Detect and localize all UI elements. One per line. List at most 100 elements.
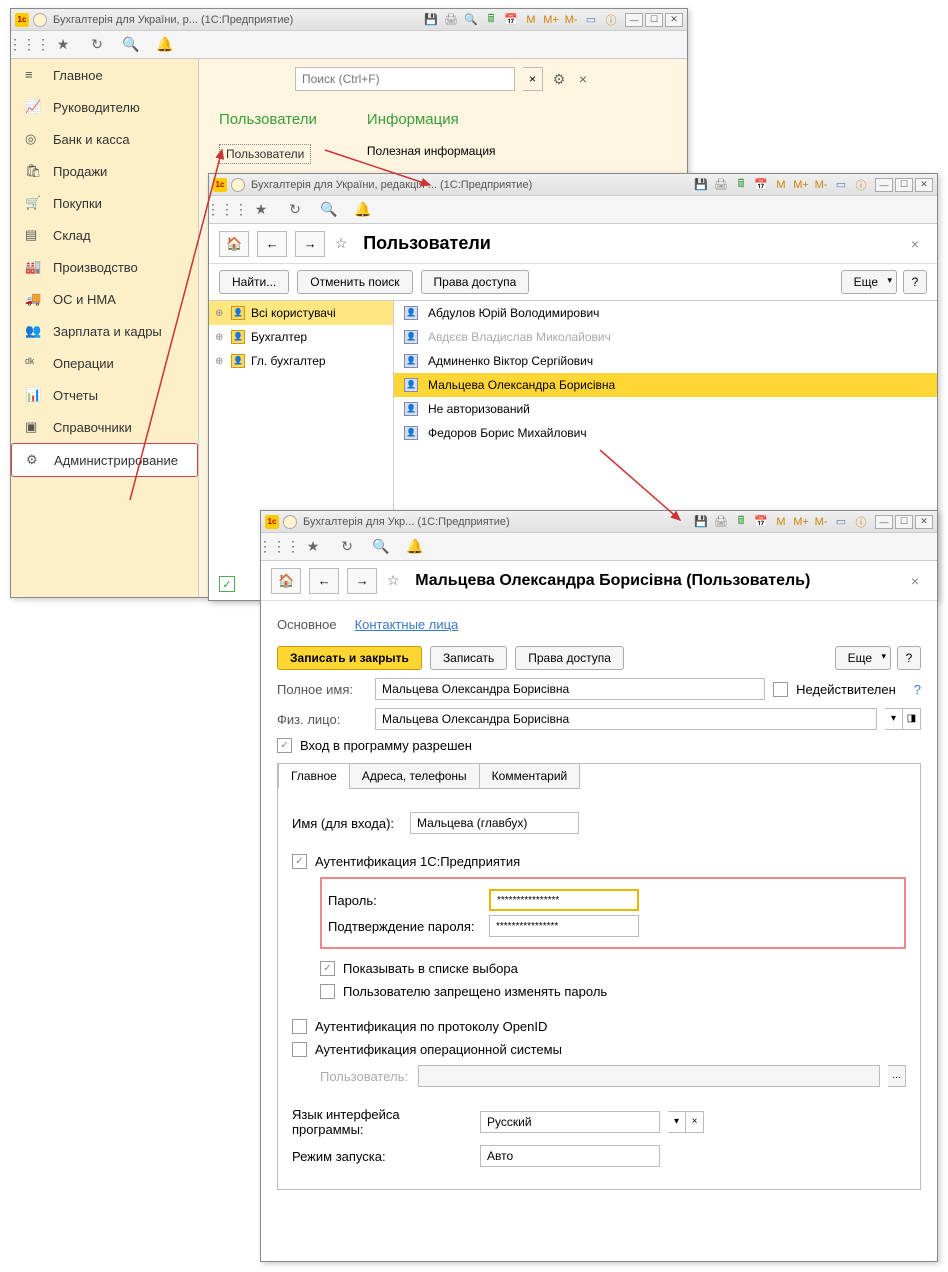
person-input[interactable] <box>375 708 877 730</box>
home-button[interactable]: 🏠 <box>271 568 301 594</box>
rights-button[interactable]: Права доступа <box>515 646 624 670</box>
close-panel-icon[interactable]: × <box>575 71 591 87</box>
more-button[interactable]: Еще <box>835 646 891 670</box>
tree-item-all[interactable]: ⊕👤Всі користувачі <box>209 301 393 325</box>
forward-button[interactable]: → <box>295 231 325 257</box>
fullname-input[interactable] <box>375 678 765 700</box>
tree-item-acct[interactable]: ⊕👤Бухгалтер <box>209 325 393 349</box>
more-button[interactable]: Еще <box>841 270 897 294</box>
nav-production[interactable]: 🏭Производство <box>11 251 198 283</box>
tab-main[interactable]: Главное <box>278 763 350 789</box>
mminus-icon[interactable]: M- <box>563 12 579 28</box>
nav-refs[interactable]: ▣Справочники <box>11 411 198 443</box>
mode-input[interactable] <box>480 1145 660 1167</box>
mplus-icon[interactable]: M+ <box>793 514 809 530</box>
user-row[interactable]: 👤Федоров Борис Михайлович <box>394 421 937 445</box>
info-icon[interactable]: ⓘ <box>853 177 869 193</box>
nav-main[interactable]: ≡Главное <box>11 59 198 91</box>
info-icon[interactable]: ⓘ <box>853 514 869 530</box>
search-icon[interactable]: 🔍 <box>321 202 337 218</box>
panel-icon[interactable]: ▭ <box>833 514 849 530</box>
rights-button[interactable]: Права доступа <box>421 270 530 294</box>
open-button[interactable]: ◨ <box>903 708 921 730</box>
forward-button[interactable]: → <box>347 568 377 594</box>
star-icon[interactable]: ★ <box>253 202 269 218</box>
bell-icon[interactable]: 🔔 <box>407 539 423 555</box>
nav-reports[interactable]: 📊Отчеты <box>11 379 198 411</box>
star-icon[interactable]: ★ <box>305 539 321 555</box>
minimize-button[interactable]: — <box>875 515 893 529</box>
tab-address[interactable]: Адреса, телефоны <box>349 763 480 789</box>
nav-warehouse[interactable]: ▤Склад <box>11 219 198 251</box>
search-icon[interactable]: 🔍 <box>123 37 139 53</box>
expand-icon[interactable]: ⊕ <box>215 308 225 319</box>
openid-checkbox[interactable] <box>292 1019 307 1034</box>
nav-operations[interactable]: ᵈᵏОперации <box>11 347 198 379</box>
expand-icon[interactable]: ⊕ <box>215 332 225 343</box>
tab-main-link[interactable]: Основное <box>277 617 337 632</box>
nav-assets[interactable]: 🚚ОС и НМА <box>11 283 198 315</box>
user-row[interactable]: 👤Абдулов Юрій Володимирович <box>394 301 937 325</box>
save-icon[interactable]: 💾 <box>423 12 439 28</box>
close-page-button[interactable]: × <box>903 573 927 589</box>
calc-icon[interactable]: 🖩 <box>733 514 749 530</box>
auth-1c-checkbox[interactable]: ✓ <box>292 854 307 869</box>
preview-icon[interactable]: 🔍 <box>463 12 479 28</box>
apps-icon[interactable]: ⋮⋮⋮ <box>219 202 235 218</box>
help-button[interactable]: ? <box>897 646 921 670</box>
dropdown-icon[interactable] <box>283 515 297 529</box>
find-button[interactable]: Найти... <box>219 270 289 294</box>
mplus-icon[interactable]: M+ <box>793 177 809 193</box>
tab-contacts-link[interactable]: Контактные лица <box>355 617 459 632</box>
search-input[interactable] <box>295 67 515 91</box>
expand-icon[interactable]: ⊕ <box>215 356 225 367</box>
nav-hr[interactable]: 👥Зарплата и кадры <box>11 315 198 347</box>
minimize-button[interactable]: — <box>625 13 643 27</box>
print-icon[interactable]: 🖨 <box>443 12 459 28</box>
m-icon[interactable]: M <box>773 177 789 193</box>
mminus-icon[interactable]: M- <box>813 177 829 193</box>
no-change-pw-checkbox[interactable] <box>320 984 335 999</box>
save-icon[interactable]: 💾 <box>693 514 709 530</box>
clear-button[interactable]: × <box>686 1111 704 1133</box>
home-button[interactable]: 🏠 <box>219 231 249 257</box>
cancel-search-button[interactable]: Отменить поиск <box>297 270 412 294</box>
help-link[interactable]: ? <box>914 682 921 697</box>
print-icon[interactable]: 🖨 <box>713 514 729 530</box>
minimize-button[interactable]: — <box>875 178 893 192</box>
apps-icon[interactable]: ⋮⋮⋮ <box>21 37 37 53</box>
user-row-selected[interactable]: 👤Мальцева Олександра Борисівна <box>394 373 937 397</box>
login-allowed-checkbox[interactable]: ✓ <box>277 738 292 753</box>
os-auth-checkbox[interactable] <box>292 1042 307 1057</box>
dropdown-icon[interactable] <box>231 178 245 192</box>
user-row[interactable]: 👤Авдєєв Владислав Миколайович <box>394 325 937 349</box>
tool-icon[interactable]: 🖩 <box>733 177 749 193</box>
close-button[interactable]: ✕ <box>665 13 683 27</box>
close-page-button[interactable]: × <box>903 236 927 252</box>
m-icon[interactable]: M <box>523 12 539 28</box>
info-icon[interactable]: ⓘ <box>603 12 619 28</box>
users-link[interactable]: Пользователи <box>219 144 311 164</box>
panel-icon[interactable]: ▭ <box>833 177 849 193</box>
calc-icon[interactable]: 🖩 <box>483 12 499 28</box>
nav-purchases[interactable]: 🛒Покупки <box>11 187 198 219</box>
save-icon[interactable]: 💾 <box>693 177 709 193</box>
star-outline-icon[interactable]: ☆ <box>385 573 401 589</box>
star-outline-icon[interactable]: ☆ <box>333 236 349 252</box>
close-button[interactable]: ✕ <box>915 515 933 529</box>
save-button[interactable]: Записать <box>430 646 507 670</box>
nav-bank[interactable]: ◎Банк и касса <box>11 123 198 155</box>
nav-admin[interactable]: ⚙Администрирование <box>11 443 198 477</box>
invalid-checkbox[interactable] <box>773 682 788 697</box>
apps-icon[interactable]: ⋮⋮⋮ <box>271 539 287 555</box>
maximize-button[interactable]: ☐ <box>895 515 913 529</box>
nav-manager[interactable]: 📈Руководителю <box>11 91 198 123</box>
nav-sales[interactable]: 🛍Продажи <box>11 155 198 187</box>
user-row[interactable]: 👤Админенко Віктор Сергійович <box>394 349 937 373</box>
user-row[interactable]: 👤Не авторизований <box>394 397 937 421</box>
clear-search-button[interactable]: × <box>523 67 543 91</box>
mplus-icon[interactable]: M+ <box>543 12 559 28</box>
m-icon[interactable]: M <box>773 514 789 530</box>
help-button[interactable]: ? <box>903 270 927 294</box>
tree-item-chief[interactable]: ⊕👤Гл. бухгалтер <box>209 349 393 373</box>
